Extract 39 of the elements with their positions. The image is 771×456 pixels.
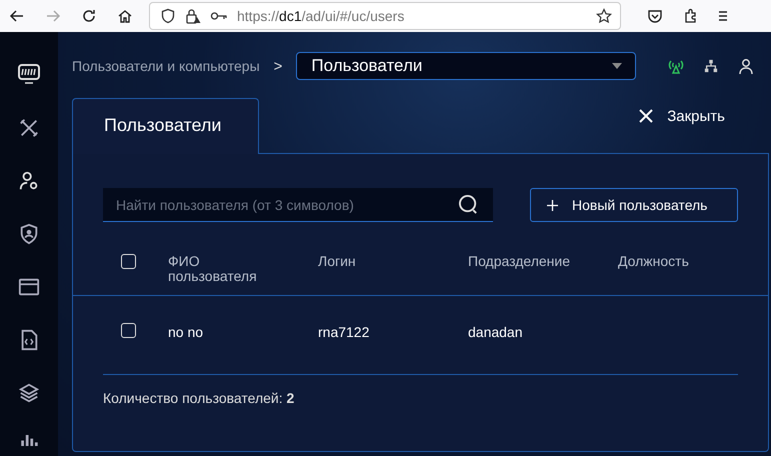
back-icon[interactable] bbox=[9, 8, 25, 24]
lock-warning-icon[interactable] bbox=[185, 8, 201, 24]
new-user-button[interactable]: Новый пользователь bbox=[530, 188, 738, 222]
search-field[interactable]: Найти пользователя (от 3 символов) bbox=[103, 188, 493, 222]
breadcrumb-link[interactable]: Пользователи и компьютеры bbox=[72, 58, 260, 74]
shield-user-icon[interactable] bbox=[18, 223, 40, 245]
plus-icon bbox=[547, 200, 558, 210]
breadcrumb-separator: > bbox=[274, 58, 282, 74]
window-icon[interactable] bbox=[18, 276, 40, 298]
pocket-icon[interactable] bbox=[647, 8, 663, 24]
antenna-icon[interactable] bbox=[668, 58, 684, 74]
bar-chart-icon[interactable] bbox=[18, 435, 40, 446]
users-tab[interactable]: Пользователи bbox=[72, 98, 259, 154]
column-header[interactable]: Логин bbox=[318, 254, 468, 295]
monitor-icon[interactable] bbox=[17, 62, 41, 86]
table-cell: danadan bbox=[468, 324, 523, 340]
url-text: https://dc1/ad/ui/#/uc/users bbox=[237, 8, 406, 24]
reload-icon[interactable] bbox=[81, 8, 97, 24]
column-header[interactable]: Подразделение bbox=[468, 254, 618, 295]
layers-icon[interactable] bbox=[18, 382, 40, 404]
row-checkbox[interactable] bbox=[121, 323, 136, 338]
shield-icon[interactable] bbox=[160, 8, 176, 24]
user-count: Количество пользователей: 2 bbox=[103, 390, 294, 406]
tools-icon[interactable] bbox=[18, 117, 40, 139]
address-bar[interactable]: https://dc1/ad/ui/#/uc/users bbox=[149, 2, 621, 30]
search-icon[interactable] bbox=[458, 194, 479, 215]
column-header[interactable]: ФИО пользователя bbox=[168, 254, 318, 295]
user-gear-icon[interactable] bbox=[18, 170, 40, 192]
section-select[interactable]: Пользователи bbox=[296, 52, 636, 80]
star-icon[interactable] bbox=[596, 8, 612, 24]
user-icon[interactable] bbox=[738, 58, 754, 74]
caret-icon bbox=[612, 63, 622, 69]
table-cell: rna7122 bbox=[318, 324, 370, 340]
select-all-checkbox[interactable] bbox=[121, 254, 136, 269]
network-icon[interactable] bbox=[704, 59, 718, 73]
close-icon bbox=[639, 109, 654, 123]
column-header[interactable]: Должность bbox=[618, 254, 738, 295]
table-cell: no no bbox=[168, 324, 204, 340]
home-icon[interactable] bbox=[117, 8, 133, 24]
